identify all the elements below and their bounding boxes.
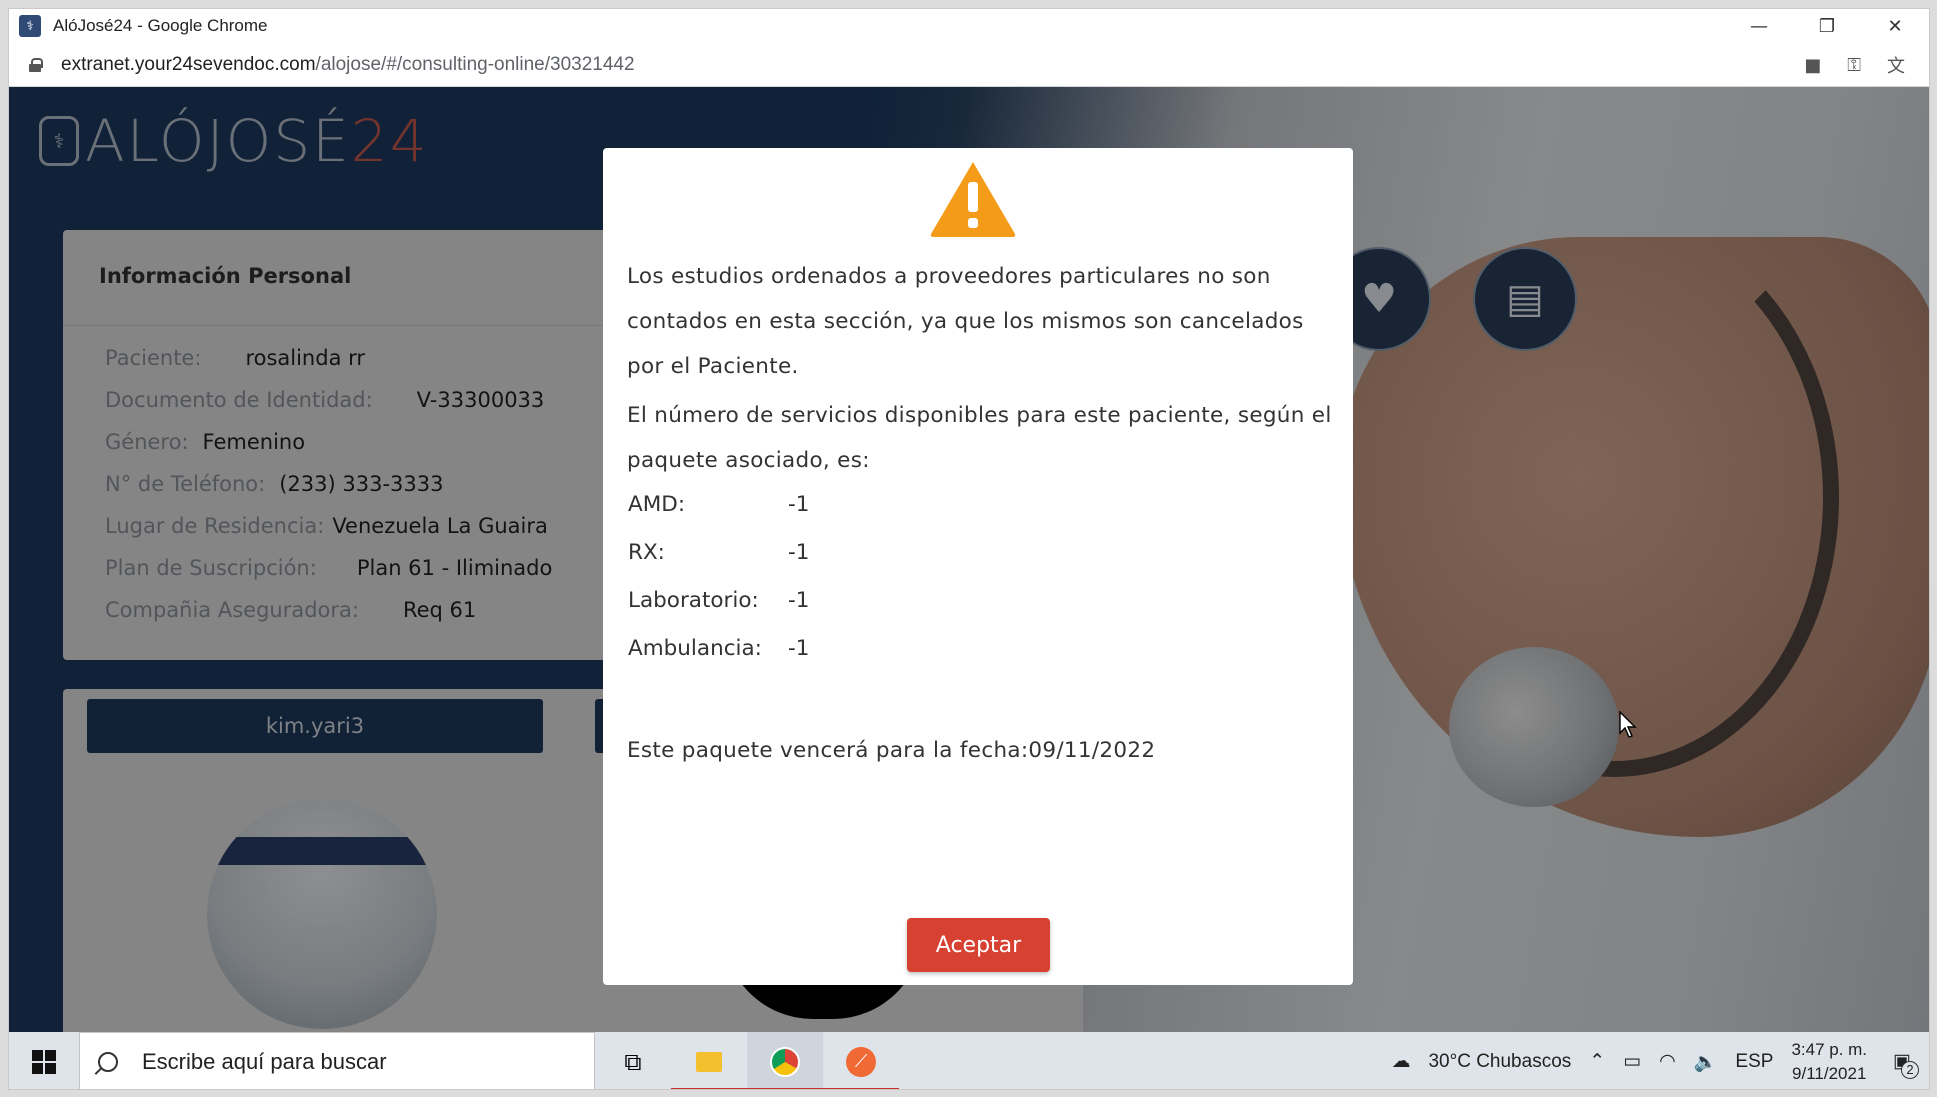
- service-value: -1: [788, 588, 810, 613]
- translate-icon[interactable]: 文: [1887, 52, 1905, 78]
- service-label: AMD:: [628, 492, 686, 517]
- window-controls: — ❐ ✕: [1725, 9, 1929, 43]
- taskbar: Escribe aquí para buscar ⧉ ⟋ ☁ 30°C Chub…: [9, 1032, 1929, 1089]
- service-label: RX:: [628, 540, 665, 565]
- taskbar-search[interactable]: Escribe aquí para buscar: [79, 1032, 595, 1089]
- minimize-icon[interactable]: —: [1725, 9, 1793, 43]
- service-value: -1: [788, 636, 810, 661]
- service-row-ambulancia: Ambulancia: -1: [628, 636, 809, 661]
- windows-logo-icon: [32, 1049, 56, 1074]
- title-bar: ⚕ AlóJosé24 - Google Chrome — ❐ ✕: [9, 9, 1929, 43]
- file-explorer-icon[interactable]: [671, 1032, 747, 1089]
- lock-icon[interactable]: [29, 57, 43, 72]
- restore-icon[interactable]: ❐: [1793, 9, 1861, 43]
- key-icon[interactable]: ⚿: [1847, 55, 1861, 76]
- close-icon[interactable]: ✕: [1861, 9, 1929, 43]
- system-tray: ☁ 30°C Chubascos ⌃ ▭ ◠ 🔈 ESP 3:47 p. m. …: [1391, 1032, 1929, 1089]
- dialog-paragraph-2: El número de servicios disponibles para …: [627, 403, 1332, 473]
- service-label: Ambulancia:: [628, 636, 762, 661]
- service-row-rx: RX: -1: [628, 540, 809, 565]
- search-icon: [98, 1051, 118, 1072]
- page-content: ⚕ ALÓJOSÉ24 Información Personal Pacient…: [9, 87, 1929, 1032]
- expiry-text: Este paquete vencerá para la fecha:09/11…: [627, 738, 1156, 763]
- notice-dialog: Los estudios ordenados a proveedores par…: [603, 148, 1353, 985]
- url-domain: extranet.your24sevendoc.com: [61, 53, 316, 75]
- service-value: -1: [788, 540, 810, 565]
- site-favicon-icon: ⚕: [19, 15, 41, 37]
- search-placeholder: Escribe aquí para buscar: [142, 1048, 387, 1074]
- battery-icon[interactable]: ▭: [1623, 1050, 1641, 1073]
- dialog-paragraph-1: Los estudios ordenados a proveedores par…: [627, 264, 1304, 379]
- language-indicator[interactable]: ESP: [1735, 1051, 1773, 1073]
- url-path: /alojose/#/consulting-online/30321442: [315, 53, 635, 75]
- notification-count: 2: [1901, 1061, 1919, 1079]
- weather-text[interactable]: 30°C Chubascos: [1428, 1051, 1571, 1073]
- volume-icon[interactable]: 🔈: [1694, 1050, 1718, 1074]
- address-bar-icons: ■ ⚿ 文: [1804, 43, 1905, 87]
- weather-icon[interactable]: ☁: [1391, 1050, 1410, 1073]
- task-view-icon[interactable]: ⧉: [595, 1032, 671, 1089]
- browser-window: ⚕ AlóJosé24 - Google Chrome — ❐ ✕ extran…: [8, 8, 1930, 1090]
- address-bar[interactable]: extranet.your24sevendoc.com/alojose/#/co…: [9, 43, 1929, 87]
- accept-button[interactable]: Aceptar: [907, 918, 1050, 972]
- url-text[interactable]: extranet.your24sevendoc.com/alojose/#/co…: [61, 54, 635, 76]
- app-icon[interactable]: ⟋: [823, 1032, 899, 1089]
- window-title: AlóJosé24 - Google Chrome: [53, 16, 268, 35]
- clock-date: 9/11/2021: [1792, 1063, 1867, 1083]
- service-row-laboratorio: Laboratorio: -1: [628, 588, 809, 613]
- notifications-icon[interactable]: ▣ 2: [1893, 1050, 1919, 1079]
- chrome-icon[interactable]: [747, 1032, 823, 1089]
- clock[interactable]: 3:47 p. m. 9/11/2021: [1791, 1038, 1867, 1086]
- mouse-cursor-icon: [1619, 711, 1637, 738]
- service-label: Laboratorio:: [628, 588, 759, 613]
- warning-icon: [930, 162, 1016, 237]
- service-row-amd: AMD: -1: [628, 492, 809, 517]
- wifi-icon[interactable]: ◠: [1659, 1050, 1676, 1073]
- clock-time: 3:47 p. m.: [1791, 1039, 1868, 1059]
- chevron-up-icon[interactable]: ⌃: [1589, 1050, 1605, 1073]
- service-value: -1: [788, 492, 810, 517]
- start-button[interactable]: [9, 1032, 79, 1089]
- camera-icon[interactable]: ■: [1804, 55, 1821, 76]
